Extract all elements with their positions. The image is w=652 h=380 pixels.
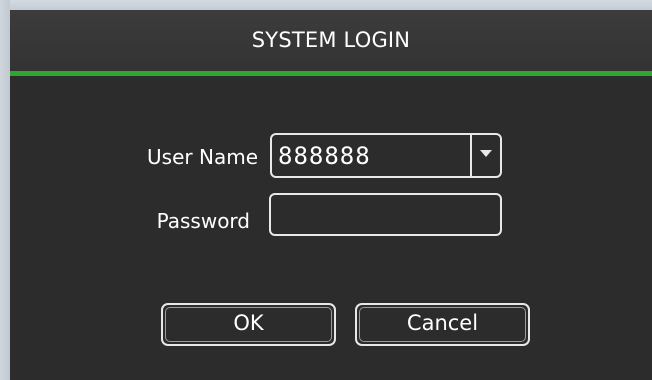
dialog-title: SYSTEM LOGIN [251,28,411,52]
username-dropdown-button[interactable] [472,135,500,176]
login-dialog: SYSTEM LOGIN User Name 888888 Password O… [10,10,652,380]
username-value: 888888 [278,142,371,170]
password-input[interactable] [269,193,502,236]
password-label: Password [156,209,250,233]
chevron-down-icon [480,150,492,157]
cancel-button[interactable]: Cancel [355,303,530,346]
ok-button[interactable]: OK [161,303,336,346]
title-accent-line [10,71,652,76]
window-frame-top [0,0,652,10]
username-select[interactable]: 888888 [270,133,502,178]
title-bar: SYSTEM LOGIN [10,10,652,71]
username-label: User Name [147,145,258,169]
window-frame-left [0,0,10,380]
